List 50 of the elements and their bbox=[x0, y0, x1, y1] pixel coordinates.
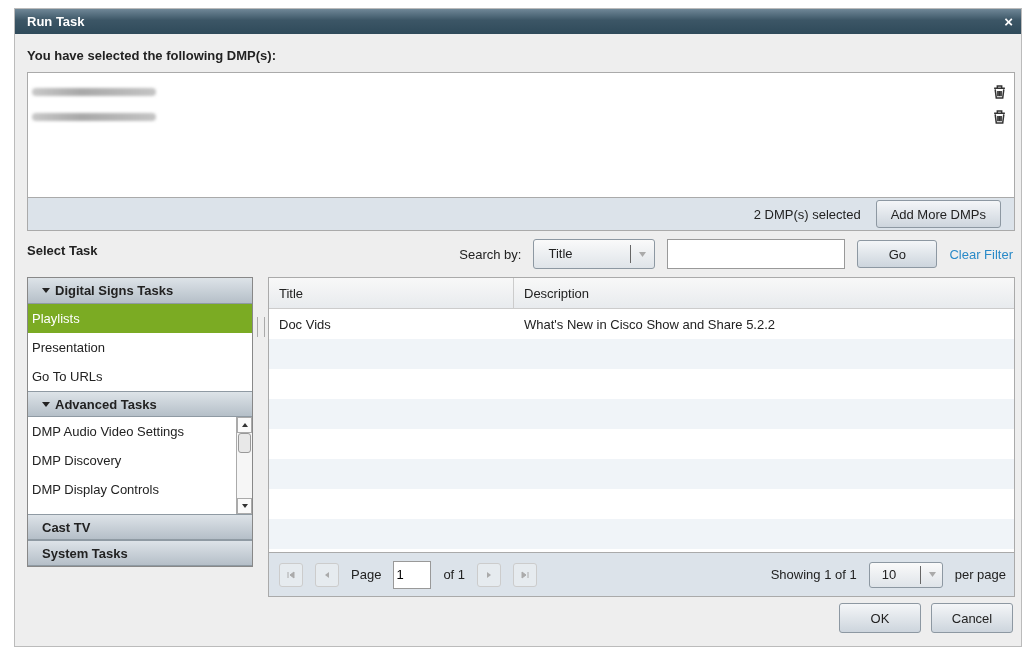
table-row[interactable]: Doc Vids What's New in Cisco Show and Share 5.2.2 bbox=[269, 309, 1014, 339]
expanded-arrow-icon[interactable] bbox=[42, 288, 50, 293]
search-field-dropdown[interactable]: Title bbox=[533, 239, 656, 269]
add-more-button[interactable]: Add More DMPs bbox=[875, 200, 1001, 228]
caret-icon[interactable] bbox=[928, 572, 936, 577]
next-page-button[interactable] bbox=[477, 562, 502, 587]
previous-page-button[interactable] bbox=[315, 562, 339, 587]
go-button[interactable]: Go bbox=[857, 240, 938, 268]
page-input[interactable]: 1 bbox=[393, 560, 432, 589]
last-page-icon[interactable] bbox=[521, 570, 530, 579]
trash-icon[interactable] bbox=[993, 84, 1006, 99]
trash-icon[interactable] bbox=[993, 109, 1006, 124]
selected-count: 2 DMP(s) selected bbox=[753, 206, 861, 222]
table-cell-text: What's New in Cisco Show and Share 5.2.2 bbox=[523, 315, 776, 334]
per-page-label: per page bbox=[954, 567, 1006, 582]
search-input[interactable] bbox=[667, 239, 846, 269]
expanded-arrow-icon[interactable] bbox=[42, 401, 50, 407]
section-header[interactable]: Advanced Tasks bbox=[28, 391, 252, 417]
task-item[interactable]: DMP Display Controls bbox=[28, 475, 236, 504]
task-item[interactable]: Go To URLs bbox=[28, 362, 252, 391]
ok-button[interactable]: OK bbox=[839, 603, 921, 633]
first-page-button[interactable] bbox=[279, 562, 303, 587]
section-header[interactable]: Cast TV bbox=[28, 514, 252, 540]
search-label: Search by: bbox=[459, 246, 522, 262]
section-header[interactable]: Digital Signs Tasks bbox=[28, 278, 252, 304]
cancel-button[interactable]: Cancel bbox=[931, 603, 1013, 633]
select-task-label: Select Task bbox=[27, 243, 98, 258]
caret-icon[interactable] bbox=[639, 251, 647, 257]
section-header[interactable]: System Tasks bbox=[28, 540, 252, 566]
scroll-thumb[interactable] bbox=[238, 433, 251, 453]
up-arrow-icon[interactable] bbox=[241, 423, 248, 427]
down-arrow-icon[interactable] bbox=[241, 504, 248, 508]
page-count: of 1 bbox=[443, 567, 466, 582]
splitter-handle[interactable] bbox=[257, 317, 265, 337]
showing-count: Showing 1 of 1 bbox=[770, 567, 857, 582]
task-item[interactable]: Presentation bbox=[28, 333, 252, 362]
previous-page-icon[interactable] bbox=[323, 570, 331, 579]
per-page-dropdown[interactable]: 10 bbox=[868, 561, 943, 588]
window-title: Run Task bbox=[27, 14, 85, 29]
task-item[interactable]: DMP Discovery bbox=[28, 446, 236, 475]
column-header[interactable]: Title bbox=[269, 278, 514, 308]
task-item[interactable]: DMP Audio Video Settings bbox=[28, 417, 236, 446]
scrollbar[interactable] bbox=[236, 417, 252, 514]
column-header[interactable]: Description bbox=[514, 278, 590, 308]
section-heading: You have selected the following DMP(s): bbox=[27, 48, 277, 63]
page-label: Page bbox=[351, 567, 382, 582]
last-page-button[interactable] bbox=[513, 562, 538, 587]
close-button[interactable]: × bbox=[1002, 13, 1015, 30]
first-page-icon[interactable] bbox=[287, 570, 295, 579]
table-cell-text: Doc Vids bbox=[278, 315, 332, 334]
